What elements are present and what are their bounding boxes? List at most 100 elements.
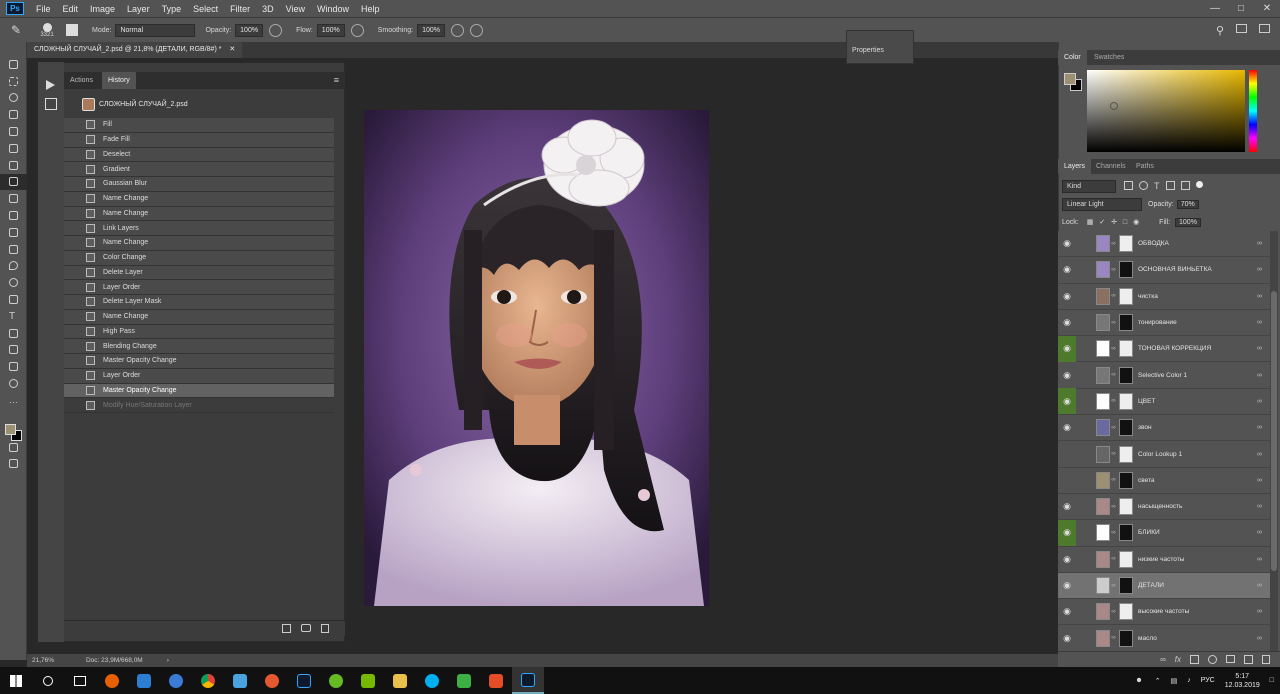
firefox-icon[interactable] — [96, 667, 128, 694]
blur-tool-icon[interactable] — [0, 258, 27, 275]
close-tab-icon[interactable]: ✕ — [229, 46, 235, 53]
mode-select[interactable]: Normal — [115, 23, 196, 37]
photoshop-active-icon[interactable] — [512, 667, 544, 694]
layer-mask-thumbnail[interactable] — [1119, 550, 1133, 568]
visibility-eye-icon[interactable]: ◉ — [1058, 283, 1076, 309]
layer-style-icon[interactable]: fx — [1175, 655, 1181, 664]
layer-thumbnail[interactable] — [1096, 235, 1110, 253]
layer-mask-thumbnail[interactable] — [1119, 419, 1133, 437]
tab-paths[interactable]: Paths — [1130, 159, 1160, 174]
layer-thumbnail[interactable] — [1096, 445, 1110, 463]
visibility-eye-icon[interactable] — [1058, 467, 1076, 493]
photoshop-taskbar-icon[interactable] — [288, 667, 320, 694]
mask-link-icon[interactable]: ∞ — [1110, 398, 1117, 404]
panel-menu-icon[interactable]: ≡ — [334, 75, 339, 85]
layer-link-icon[interactable]: ∞ — [1257, 319, 1262, 326]
lock-artboard-icon[interactable]: □ — [1123, 219, 1127, 226]
history-state[interactable]: Link Layers — [64, 221, 334, 236]
crop-tool-icon[interactable] — [0, 123, 27, 140]
layer-row[interactable]: ◉ ∞ ЦВЕТ ∞ — [1058, 388, 1270, 416]
tab-channels[interactable]: Channels — [1090, 159, 1132, 174]
visibility-eye-icon[interactable]: ◉ — [1058, 231, 1076, 257]
layer-thumbnail[interactable] — [1096, 419, 1110, 437]
smart-object-filter-icon[interactable] — [1180, 181, 1190, 190]
rectangle-tool-icon[interactable] — [0, 342, 27, 359]
layer-thumbnail[interactable] — [1096, 340, 1110, 358]
menu-file[interactable]: File — [30, 4, 57, 14]
hue-slider[interactable] — [1249, 70, 1257, 152]
nvidia-app-icon[interactable] — [352, 667, 384, 694]
history-state[interactable]: Gradient — [64, 162, 334, 177]
menu-layer[interactable]: Layer — [121, 4, 156, 14]
screen-mode-icon[interactable] — [0, 456, 27, 473]
layer-mask-thumbnail[interactable] — [1119, 235, 1133, 253]
layer-link-icon[interactable]: ∞ — [1257, 266, 1262, 273]
visibility-eye-icon[interactable]: ◉ — [1058, 335, 1076, 362]
clock[interactable]: 5:17 12.03.2019 — [1225, 672, 1260, 690]
layer-row[interactable]: ∞ Color Lookup 1 ∞ — [1058, 441, 1270, 468]
skype-icon[interactable] — [416, 667, 448, 694]
windows-start-icon[interactable] — [0, 667, 32, 694]
history-state[interactable]: Layer Order — [64, 368, 334, 384]
close-icon[interactable]: ✕ — [1254, 0, 1280, 17]
search-icon[interactable] — [32, 667, 64, 694]
foreground-color-swatch[interactable] — [5, 424, 16, 435]
hand-tool-icon[interactable] — [0, 358, 27, 375]
mask-link-icon[interactable]: ∞ — [1110, 504, 1117, 510]
tray-arrow-icon[interactable]: ⌃ — [1155, 677, 1161, 685]
layer-mask-thumbnail[interactable] — [1119, 287, 1133, 305]
layer-thumbnail[interactable] — [1096, 498, 1110, 516]
visibility-eye-icon[interactable]: ◉ — [1058, 362, 1076, 388]
dodge-tool-icon[interactable] — [0, 274, 27, 291]
mask-link-icon[interactable]: ∞ — [1110, 451, 1117, 457]
gradient-tool-icon[interactable] — [0, 241, 27, 258]
marquee-tool-icon[interactable] — [0, 73, 27, 90]
layer-mask-thumbnail[interactable] — [1119, 498, 1133, 516]
brush-tool-icon[interactable] — [0, 173, 27, 191]
tab-layers[interactable]: Layers — [1058, 159, 1092, 174]
move-tool-icon[interactable] — [0, 56, 27, 73]
history-state[interactable]: High Pass — [64, 324, 334, 340]
pen-tool-icon[interactable] — [0, 291, 27, 308]
eraser-tool-icon[interactable] — [0, 224, 27, 241]
layer-mask-thumbnail[interactable] — [1119, 471, 1133, 489]
layer-thumbnail[interactable] — [1096, 577, 1110, 594]
task-view-icon[interactable] — [64, 667, 96, 694]
layer-mask-thumbnail[interactable] — [1119, 366, 1133, 384]
mask-link-icon[interactable]: ∞ — [1110, 241, 1117, 247]
visibility-eye-icon[interactable] — [1058, 441, 1076, 467]
layer-mask-thumbnail[interactable] — [1119, 603, 1133, 621]
new-group-icon[interactable] — [1226, 655, 1235, 663]
share-icon[interactable] — [1259, 23, 1270, 33]
layer-link-icon[interactable]: ∞ — [1257, 398, 1262, 405]
layer-link-icon[interactable]: ∞ — [1257, 293, 1262, 300]
visibility-eye-icon[interactable]: ◉ — [1058, 519, 1076, 546]
menu-window[interactable]: Window — [311, 4, 355, 14]
history-state[interactable]: Master Opacity Change — [64, 383, 334, 399]
tab-actions[interactable]: Actions — [64, 72, 99, 89]
zoom-level[interactable]: 21,76% — [32, 657, 82, 664]
layer-mask-thumbnail[interactable] — [1119, 445, 1133, 463]
history-panel-icon[interactable] — [45, 98, 57, 110]
pixel-filter-icon[interactable] — [1124, 181, 1133, 190]
layer-row[interactable]: ◉ ∞ звон ∞ — [1058, 415, 1270, 442]
layer-row[interactable]: ◉ ∞ БЛИКИ ∞ — [1058, 519, 1270, 547]
workspace-icon[interactable] — [1236, 23, 1247, 33]
layer-thumbnail[interactable] — [1096, 603, 1110, 621]
layer-thumbnail[interactable] — [1096, 366, 1110, 384]
menu-3d[interactable]: 3D — [256, 4, 280, 14]
language-indicator[interactable]: РУС — [1201, 677, 1215, 684]
layer-mask-thumbnail[interactable] — [1119, 261, 1133, 279]
explorer-window-icon[interactable] — [128, 667, 160, 694]
menu-type[interactable]: Type — [156, 4, 188, 14]
layer-row[interactable]: ◉ ∞ масло ∞ — [1058, 625, 1270, 652]
history-state[interactable]: Delete Layer Mask — [64, 295, 334, 310]
history-state[interactable]: Name Change — [64, 236, 334, 251]
new-layer-icon[interactable] — [1244, 655, 1253, 664]
mask-link-icon[interactable]: ∞ — [1110, 320, 1117, 326]
doc-size-info[interactable]: Doc: 23,9M/668,0M — [86, 657, 143, 664]
history-state[interactable]: Modify Hue/Saturation Layer — [64, 398, 334, 413]
layer-mask-thumbnail[interactable] — [1119, 314, 1133, 332]
layer-mask-thumbnail[interactable] — [1119, 340, 1133, 358]
layer-row[interactable]: ◉ ∞ чистка ∞ — [1058, 283, 1270, 310]
